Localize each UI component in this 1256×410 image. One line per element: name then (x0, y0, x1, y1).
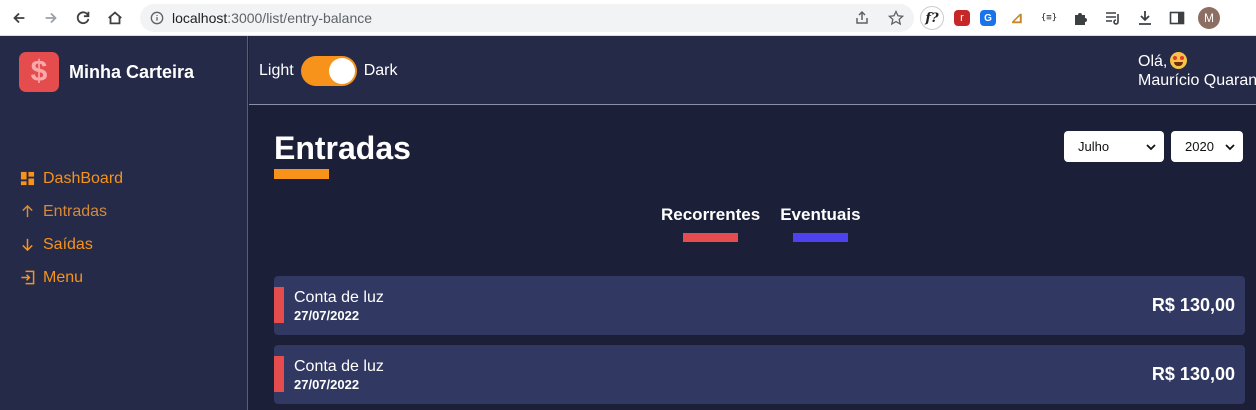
main-content: Entradas Julho 2020 Recorrentes Eventuai… (249, 106, 1256, 410)
url-text[interactable]: localhost:3000/list/entry-balance (172, 10, 372, 26)
list-item[interactable]: Conta de luz 27/07/2022 R$ 130,00 (274, 276, 1245, 335)
theme-toggle: Light Dark (259, 56, 397, 86)
year-select[interactable]: 2020 (1171, 131, 1243, 162)
entry-description: Conta de luz (294, 289, 384, 306)
browser-toolbar: localhost:3000/list/entry-balance f? r G… (0, 0, 1256, 36)
entry-amount: R$ 130,00 (1151, 364, 1235, 384)
url-host: localhost (172, 10, 228, 26)
entry-description: Conta de luz (294, 358, 384, 375)
home-button[interactable] (102, 5, 128, 31)
arrow-up-icon (22, 204, 33, 218)
chevron-down-icon (1225, 143, 1235, 150)
theme-switch[interactable] (300, 56, 357, 86)
reload-icon (76, 10, 90, 24)
reading-list-icon[interactable] (1102, 7, 1124, 29)
entry-amount: R$ 130,00 (1151, 295, 1235, 315)
date-filters: Julho 2020 (1064, 131, 1243, 162)
sidebar-item-saidas[interactable]: Saídas (20, 228, 123, 261)
greeting-text: Olá, (1138, 53, 1168, 70)
share-icon[interactable] (854, 10, 870, 26)
sidebar-item-label: Menu (43, 268, 84, 286)
extension-f-icon[interactable]: f? (920, 6, 944, 30)
filter-label: Recorrentes (661, 205, 761, 224)
filter-underline (792, 233, 848, 242)
forward-arrow-icon (45, 12, 57, 23)
theme-dark-label: Dark (363, 62, 398, 79)
extension-ruler-icon[interactable]: ⊿ (1006, 7, 1028, 29)
theme-light-label: Light (259, 62, 294, 79)
frequency-tag (274, 356, 284, 392)
title-underline (274, 169, 329, 179)
url-path: :3000/list/entry-balance (227, 10, 373, 26)
logo-symbol: $ (30, 55, 48, 88)
entry-date: 27/07/2022 (294, 308, 360, 323)
extensions-puzzle-icon[interactable] (1070, 7, 1092, 29)
frequency-tag (274, 287, 284, 323)
year-value: 2020 (1185, 139, 1214, 154)
info-icon[interactable] (150, 11, 164, 25)
wallet-logo-icon: $ (19, 52, 59, 92)
filter-underline (683, 233, 739, 242)
switch-knob (328, 58, 355, 84)
exit-icon (21, 270, 35, 285)
side-panel-icon[interactable] (1166, 7, 1188, 29)
month-value: Julho (1078, 139, 1110, 154)
app-header: Light Dark Olá, Maurício Quarant (249, 36, 1256, 105)
chevron-down-icon (1146, 143, 1156, 150)
star-struck-emoji-icon (1170, 52, 1188, 69)
filter-eventuais[interactable]: Eventuais (780, 205, 861, 242)
extension-red-icon[interactable]: r (954, 10, 970, 26)
user-greeting: Olá, Maurício Quarant (1138, 52, 1256, 90)
dashboard-icon (20, 171, 35, 186)
sidebar-item-entradas[interactable]: Entradas (20, 195, 123, 228)
filter-recorrentes[interactable]: Recorrentes (661, 205, 760, 242)
forward-button[interactable] (38, 5, 64, 31)
list-item[interactable]: Conta de luz 27/07/2022 R$ 130,00 (274, 345, 1245, 404)
sidebar-menu: DashBoard Entradas Saídas Menu (20, 162, 123, 294)
frequency-filters: Recorrentes Eventuais (661, 205, 861, 242)
entry-date: 27/07/2022 (294, 377, 360, 392)
sidebar-item-menu[interactable]: Menu (20, 261, 123, 294)
download-icon[interactable] (1134, 7, 1156, 29)
google-translate-icon[interactable]: G (980, 10, 996, 26)
back-arrow-icon (13, 12, 25, 23)
sidebar: $ Minha Carteira DashBoard Entradas Saíd… (0, 36, 248, 410)
sidebar-item-label: Entradas (43, 202, 108, 220)
sidebar-item-dashboard[interactable]: DashBoard (20, 162, 123, 195)
back-button[interactable] (6, 5, 32, 31)
brand-name: Minha Carteira (69, 61, 195, 82)
profile-avatar[interactable]: M (1198, 7, 1220, 29)
arrow-down-icon (22, 238, 33, 252)
bookmark-star-icon[interactable] (888, 10, 904, 26)
address-bar[interactable]: localhost:3000/list/entry-balance (140, 4, 914, 32)
home-icon (108, 10, 122, 24)
page-title: Entradas (274, 130, 411, 166)
user-name: Maurício Quarant (1138, 72, 1256, 89)
json-viewer-icon[interactable]: {≡} (1038, 7, 1060, 29)
brand: $ Minha Carteira (19, 52, 194, 92)
month-select[interactable]: Julho (1064, 131, 1164, 162)
filter-label: Eventuais (780, 205, 861, 224)
sidebar-item-label: DashBoard (43, 169, 124, 187)
sidebar-item-label: Saídas (43, 235, 93, 253)
reload-button[interactable] (70, 5, 96, 31)
